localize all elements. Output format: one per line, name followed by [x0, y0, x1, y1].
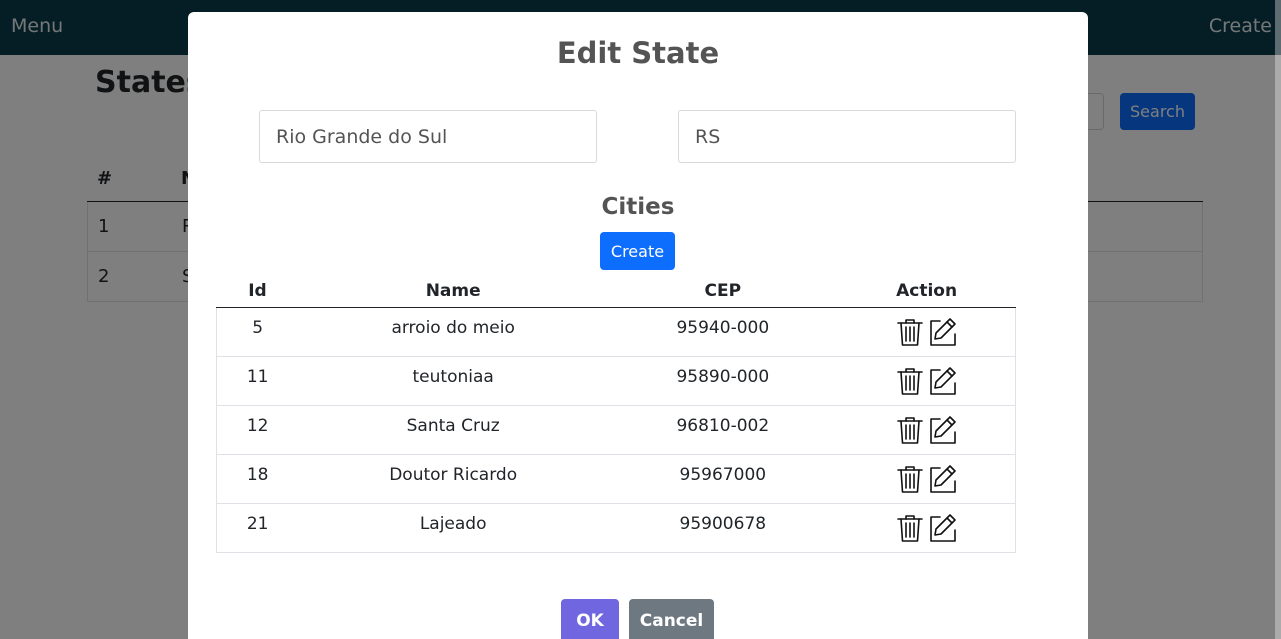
cities-heading: Cities — [601, 194, 675, 220]
city-name: Lajeado — [298, 503, 608, 553]
cities-table-header: Id Name CEP Action — [216, 276, 1016, 308]
city-id: 11 — [216, 356, 299, 406]
table-row: 5 arroio do meio 95940-000 — [216, 307, 1016, 357]
create-city-button[interactable]: Create — [600, 232, 675, 270]
edit-icon[interactable] — [926, 316, 958, 348]
table-row: 12 Santa Cruz 96810-002 — [216, 405, 1016, 455]
column-header-name: Name — [298, 276, 608, 308]
city-cep: 95940-000 — [607, 307, 838, 357]
city-name: Doutor Ricardo — [298, 454, 608, 504]
city-id: 12 — [216, 405, 299, 455]
column-header-action: Action — [837, 276, 1016, 308]
city-name: Santa Cruz — [298, 405, 608, 455]
trash-icon[interactable] — [894, 512, 926, 544]
table-row: 18 Doutor Ricardo 95967000 — [216, 454, 1016, 504]
city-id: 21 — [216, 503, 299, 553]
trash-icon[interactable] — [894, 316, 926, 348]
trash-icon[interactable] — [894, 365, 926, 397]
scrollbar[interactable] — [1275, 0, 1281, 639]
city-actions — [837, 356, 1016, 406]
city-cep: 95890-000 — [607, 356, 838, 406]
edit-icon[interactable] — [926, 414, 958, 446]
edit-icon[interactable] — [926, 463, 958, 495]
city-actions — [837, 307, 1016, 357]
city-id: 18 — [216, 454, 299, 504]
edit-icon[interactable] — [926, 365, 958, 397]
state-name-input[interactable] — [259, 110, 597, 163]
city-actions — [837, 454, 1016, 504]
city-name: arroio do meio — [298, 307, 608, 357]
city-cep: 95900678 — [607, 503, 838, 553]
city-cep: 95967000 — [607, 454, 838, 504]
state-abbreviation-input[interactable] — [678, 110, 1016, 163]
edit-icon[interactable] — [926, 512, 958, 544]
cities-table: Id Name CEP Action 5 arroio do meio 95940-… — [216, 276, 1016, 553]
city-name: teutoniaa — [298, 356, 608, 406]
ok-button[interactable]: OK — [561, 599, 619, 639]
edit-state-modal: Edit State Cities Create Id Name CEP Act… — [188, 12, 1088, 639]
cancel-button[interactable]: Cancel — [629, 599, 714, 639]
column-header-cep: CEP — [607, 276, 838, 308]
city-cep: 96810-002 — [607, 405, 838, 455]
table-row: 11 teutoniaa 95890-000 — [216, 356, 1016, 406]
column-header-id: Id — [216, 276, 299, 308]
trash-icon[interactable] — [894, 414, 926, 446]
trash-icon[interactable] — [894, 463, 926, 495]
table-row: 21 Lajeado 95900678 — [216, 503, 1016, 553]
city-actions — [837, 503, 1016, 553]
city-id: 5 — [216, 307, 299, 357]
city-actions — [837, 405, 1016, 455]
modal-title: Edit State — [556, 36, 720, 70]
